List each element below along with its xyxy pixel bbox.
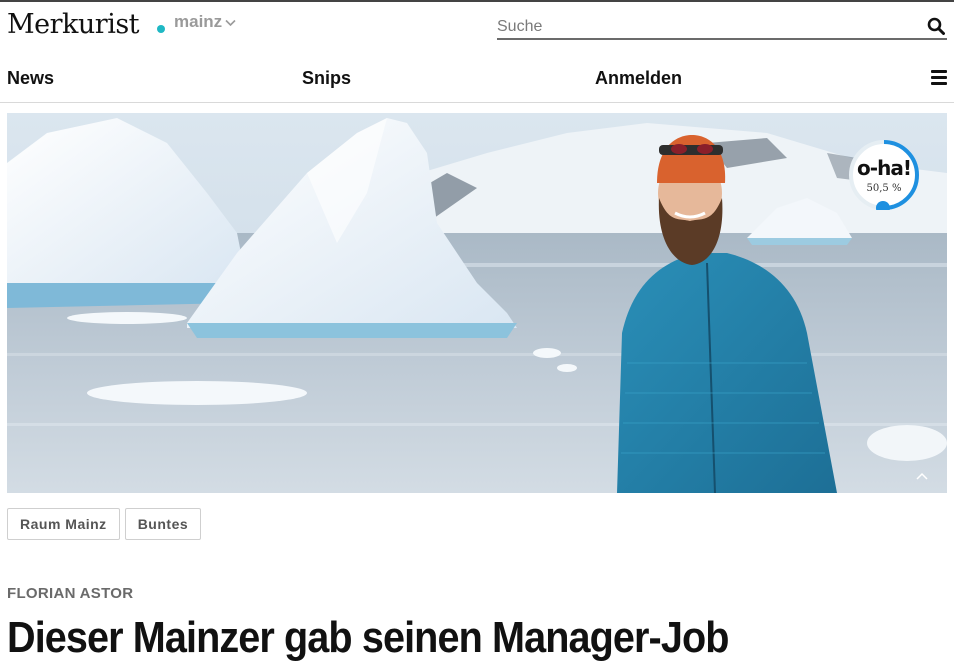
rating-percent: 50,5 %: [866, 183, 902, 194]
merkurist-logo[interactable]: Merkurist: [7, 9, 140, 43]
hamburger-icon[interactable]: [931, 70, 947, 85]
article-author[interactable]: FLORIAN ASTOR: [7, 585, 133, 602]
nav-news[interactable]: News: [7, 68, 54, 89]
region-label: mainz: [174, 12, 223, 31]
tag-buntes[interactable]: Buntes: [124, 508, 202, 540]
hero-image: [7, 113, 947, 493]
search-bar: [497, 16, 947, 40]
chevron-down-icon: [225, 19, 236, 27]
rating-title: o-ha!: [857, 156, 912, 180]
tag-list: Raum Mainz Buntes: [7, 508, 202, 540]
oha-rating-badge[interactable]: o-ha! 50,5 %: [849, 140, 919, 210]
search-icon: [927, 17, 945, 35]
nav-snips[interactable]: Snips: [302, 68, 351, 89]
logo-text: Merkurist: [7, 9, 140, 40]
main-nav: News Snips Anmelden: [0, 58, 954, 103]
region-selector[interactable]: mainz: [174, 12, 236, 32]
nav-login[interactable]: Anmelden: [595, 68, 682, 89]
search-button[interactable]: [927, 17, 947, 37]
tag-raum-mainz[interactable]: Raum Mainz: [7, 508, 120, 540]
top-border: [0, 0, 954, 2]
hero-photo: [7, 113, 947, 493]
search-input[interactable]: [497, 17, 907, 37]
chevron-up-icon[interactable]: [915, 470, 929, 482]
article-headline: Dieser Mainzer gab seinen Manager-Job: [7, 613, 729, 662]
logo-dot: [157, 25, 165, 33]
